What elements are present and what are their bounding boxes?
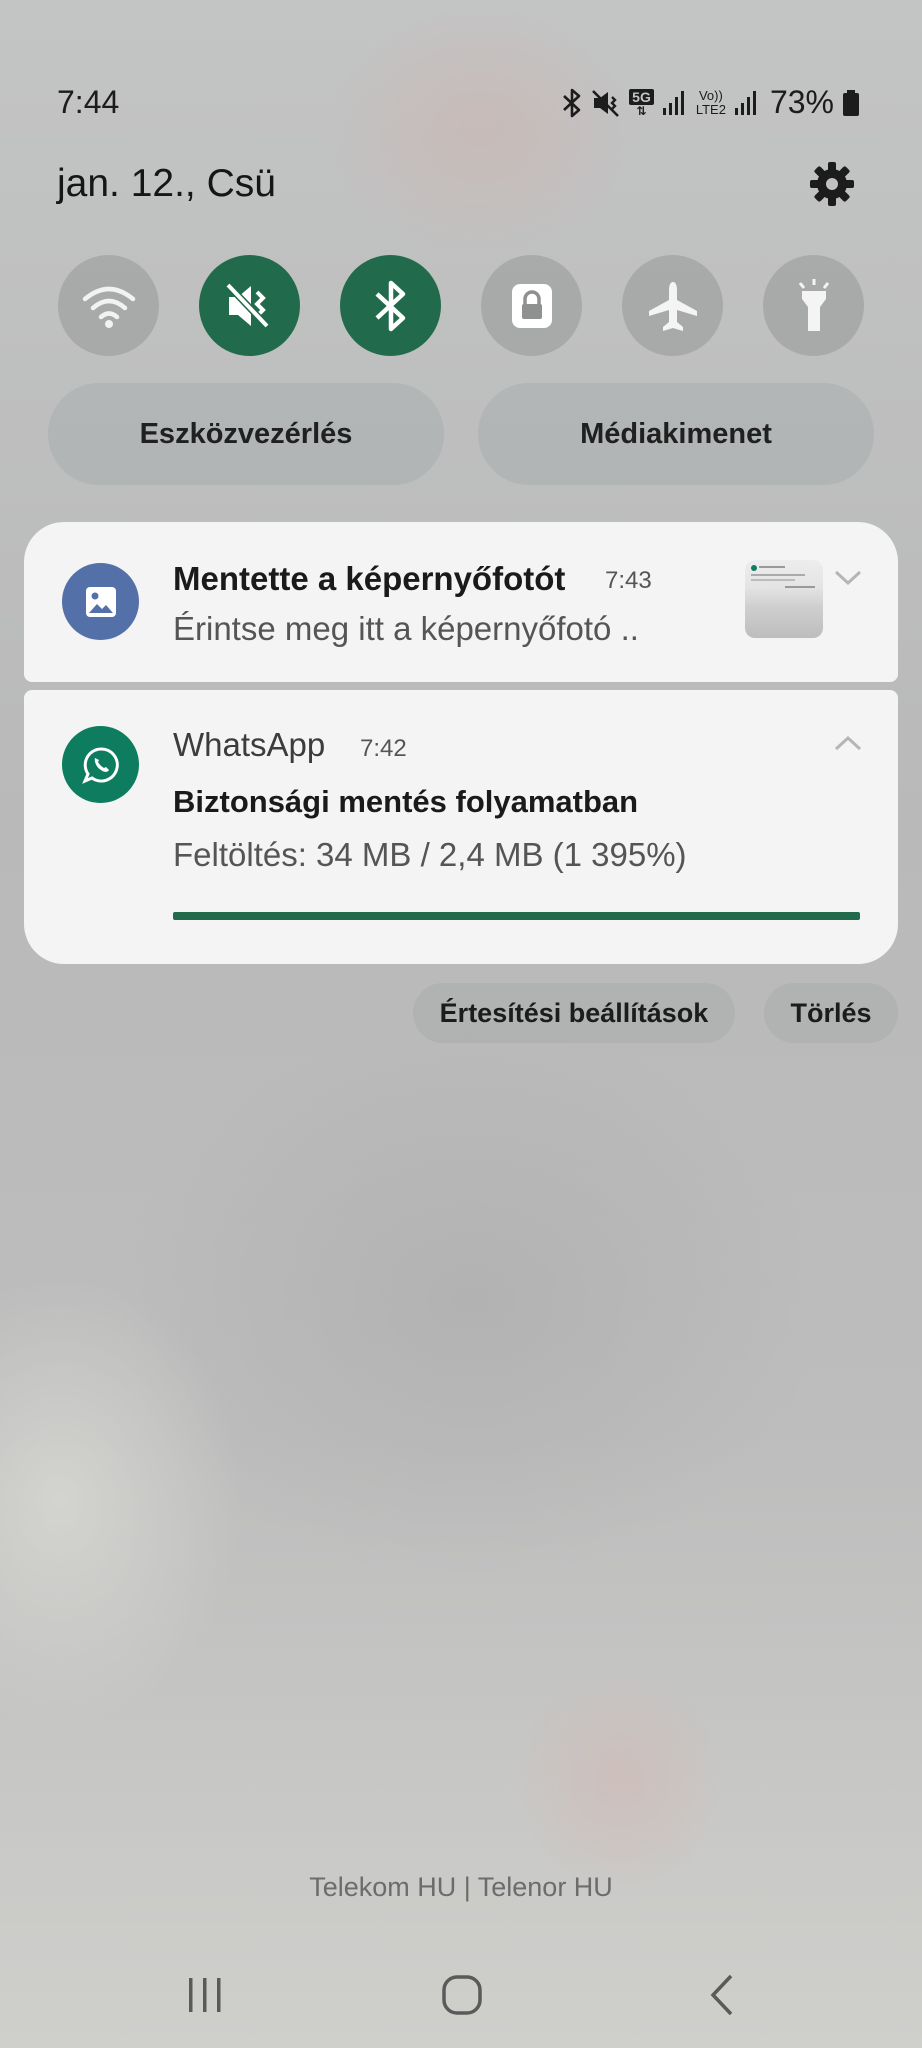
device-control-button[interactable]: Eszközvezérlés: [48, 383, 444, 485]
navigation-bar: [0, 1960, 922, 2030]
signal-icon: [734, 90, 756, 115]
volte-icon: Vo)) LTE2: [695, 87, 726, 117]
screenshot-thumbnail[interactable]: [745, 560, 823, 638]
bluetooth-toggle[interactable]: [340, 255, 441, 356]
screenshot-app-icon: [62, 563, 139, 640]
wifi-toggle[interactable]: [58, 255, 159, 356]
mute-toggle[interactable]: [199, 255, 300, 356]
status-time: 7:44: [57, 84, 120, 120]
image-icon: [85, 586, 116, 617]
gear-icon[interactable]: [808, 160, 856, 208]
signal-icon: [662, 90, 684, 115]
flashlight-toggle[interactable]: [763, 255, 864, 356]
whatsapp-icon: [81, 746, 119, 784]
wifi-icon: [82, 286, 135, 328]
back-button[interactable]: [682, 1960, 762, 2030]
whatsapp-app-name: WhatsApp: [173, 726, 326, 763]
whatsapp-app-icon: [62, 726, 139, 803]
airplane-toggle[interactable]: [622, 255, 723, 356]
home-icon: [442, 1975, 482, 2015]
recents-button[interactable]: [165, 1960, 245, 2030]
notification-settings-button[interactable]: Értesítési beállítások: [413, 983, 735, 1043]
battery-icon: [843, 89, 859, 116]
status-icons: 5G ⇅ Vo)) LTE2 73%: [561, 84, 860, 121]
screenshot-notification[interactable]: Mentette a képernyőfotót 7:43 Érintse me…: [24, 522, 898, 682]
carrier-label: Telekom HU | Telenor HU: [309, 1872, 613, 1902]
screenshot-notification-text: Érintse meg itt a képernyőfotó ..: [173, 610, 639, 647]
media-output-button[interactable]: Médiakimenet: [478, 383, 874, 485]
recents-icon: [189, 1978, 221, 2012]
mute-icon: [592, 89, 620, 117]
whatsapp-notification-time: 7:42: [360, 735, 407, 762]
screenshot-notification-title: Mentette a képernyőfotót: [173, 560, 566, 597]
bluetooth-icon: [374, 280, 405, 331]
mute-icon: [224, 282, 270, 328]
whatsapp-notification[interactable]: WhatsApp 7:42 Biztonsági mentés folyamat…: [24, 690, 898, 964]
quick-settings-row: [58, 255, 864, 357]
5g-icon: 5G ⇅: [629, 88, 654, 117]
chevron-up-icon[interactable]: [834, 734, 862, 752]
date-label: jan. 12., Csü: [57, 162, 276, 205]
airplane-icon: [648, 281, 697, 331]
battery-percent: 73%: [769, 84, 834, 120]
back-icon: [710, 1974, 733, 2016]
clear-notifications-button[interactable]: Törlés: [764, 983, 898, 1043]
chevron-down-icon[interactable]: [834, 569, 862, 587]
backup-progress-bar: [173, 912, 860, 920]
flashlight-icon: [798, 278, 829, 331]
lock-icon: [511, 283, 552, 328]
whatsapp-notification-text: Feltöltés: 34 MB / 2,4 MB (1 395%): [173, 836, 687, 873]
rotation-lock-toggle[interactable]: [481, 255, 582, 356]
whatsapp-notification-title: Biztonsági mentés folyamatban: [173, 784, 639, 819]
screenshot-notification-time: 7:43: [605, 567, 652, 594]
home-button[interactable]: [422, 1960, 502, 2030]
bluetooth-icon: [563, 88, 581, 117]
backup-progress-fill: [173, 912, 860, 920]
status-bar: 7:44 5G ⇅ Vo)) LTE2 73%: [0, 0, 922, 120]
